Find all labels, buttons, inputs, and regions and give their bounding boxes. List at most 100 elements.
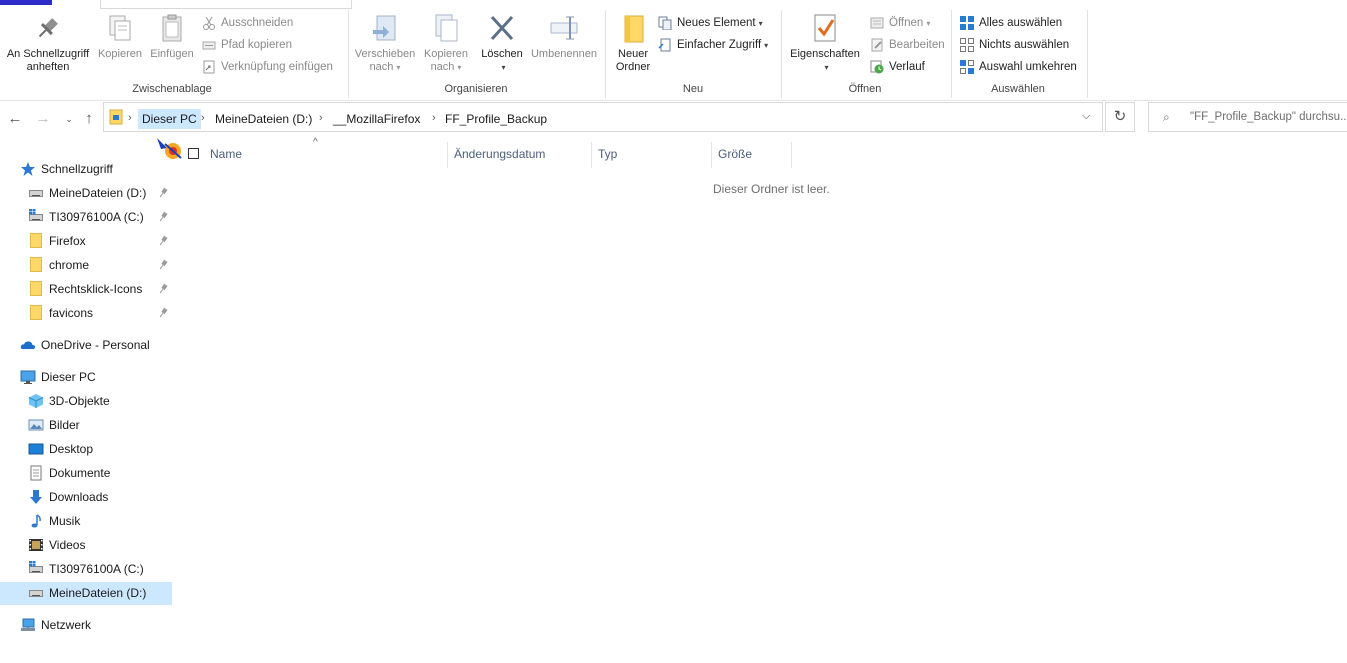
nav-downloads[interactable]: Downloads	[28, 486, 108, 508]
column-header-name[interactable]: Name	[210, 147, 242, 165]
copy-path-button[interactable]: Pfad kopieren	[202, 36, 292, 54]
animated-cursor-icon	[155, 136, 187, 162]
easy-access-button[interactable]: Einfacher Zugriff ▾	[658, 36, 768, 54]
breadcrumb-chevron-icon[interactable]: ›	[201, 112, 205, 124]
pin-icon	[158, 211, 168, 223]
move-to-button[interactable]: Verschieben nach ▾	[352, 12, 418, 74]
history-button[interactable]: Verlauf	[870, 58, 925, 76]
nav-3d-objects[interactable]: 3D-Objekte	[28, 390, 110, 412]
nav-desktop[interactable]: Desktop	[28, 438, 93, 460]
pin-icon	[158, 283, 168, 295]
nav-item-label: Firefox	[49, 234, 86, 248]
group-divider	[781, 10, 782, 98]
rename-label: Umbenennen	[530, 48, 598, 60]
path-icon	[202, 38, 216, 52]
delete-x-icon	[486, 12, 518, 44]
shortcut-icon	[202, 60, 216, 74]
folder-icon	[28, 257, 44, 273]
drive-icon	[28, 185, 44, 201]
nav-quick-chrome[interactable]: chrome	[28, 254, 89, 276]
paste-button[interactable]: Einfügen	[146, 12, 198, 61]
sort-ascending-icon: ^	[313, 137, 318, 148]
new-item-button[interactable]: Neues Element ▾	[658, 14, 763, 32]
breadcrumb-chevron-icon[interactable]: ›	[319, 112, 323, 124]
column-divider[interactable]	[591, 142, 592, 168]
network-icon	[20, 617, 36, 633]
clipboard-icon	[156, 12, 188, 44]
breadcrumb-chevron-icon[interactable]: ›	[432, 112, 436, 124]
copy-to-button[interactable]: Kopieren nach ▾	[420, 12, 472, 74]
breadcrumb-drive-d[interactable]: MeineDateien (D:)	[215, 112, 312, 126]
nav-quick-drive-c[interactable]: TI30976100A (C:)	[28, 206, 144, 228]
breadcrumb-chevron-icon[interactable]: ›	[128, 112, 132, 124]
breadcrumb-ff-profile-backup[interactable]: FF_Profile_Backup	[445, 112, 547, 126]
nav-item-label: Desktop	[49, 442, 94, 456]
music-note-icon	[28, 513, 44, 529]
column-header-type[interactable]: Typ	[598, 147, 617, 165]
cut-button[interactable]: Ausschneiden	[202, 14, 293, 32]
nav-network[interactable]: Netzwerk	[20, 614, 91, 636]
select-all-button[interactable]: Alles auswählen	[960, 14, 1062, 32]
paste-label: Einfügen	[150, 48, 194, 60]
nav-drive-c[interactable]: TI30976100A (C:)	[28, 558, 144, 580]
chevron-down-icon: ▾	[501, 63, 506, 72]
nav-quick-drive-d[interactable]: MeineDateien (D:)	[28, 182, 146, 204]
column-divider[interactable]	[791, 142, 792, 168]
select-all-checkbox[interactable]	[188, 148, 199, 159]
up-arrow-icon[interactable]: ↑	[80, 110, 98, 128]
address-history-chevron-icon[interactable]: ⌵	[1082, 110, 1090, 123]
select-none-button[interactable]: Nichts auswählen	[960, 36, 1069, 54]
copy-to-label-line2: nach	[430, 61, 455, 73]
rename-button[interactable]: Umbenennen	[526, 12, 602, 61]
pin-icon	[32, 12, 64, 44]
paste-shortcut-button[interactable]: Verknüpfung einfügen	[202, 58, 333, 76]
nav-drive-d[interactable]: MeineDateien (D:)	[28, 582, 146, 604]
open-button[interactable]: Öffnen ▾	[870, 14, 930, 32]
this-pc-folder-icon	[108, 109, 124, 125]
nav-onedrive[interactable]: OneDrive - Personal	[20, 334, 150, 356]
copy-button[interactable]: Kopieren	[96, 12, 144, 61]
desktop-icon	[28, 441, 44, 457]
pin-to-quick-access-button[interactable]: An Schnellzugriff anheften	[2, 12, 94, 74]
properties-button[interactable]: Eigenschaften ▾	[785, 12, 865, 74]
nav-this-pc[interactable]: Dieser PC	[20, 366, 96, 388]
breadcrumb-this-pc[interactable]: Dieser PC	[138, 109, 201, 129]
back-arrow-icon[interactable]: ←	[6, 110, 24, 128]
nav-videos[interactable]: Videos	[28, 534, 85, 556]
new-folder-button[interactable]: Neuer Ordner	[608, 12, 658, 74]
delete-button[interactable]: Löschen ▾	[476, 12, 528, 74]
column-divider[interactable]	[447, 142, 448, 168]
column-divider[interactable]	[711, 142, 712, 168]
new-folder-label-line1: Neuer	[618, 48, 648, 60]
film-strip-icon	[28, 537, 44, 553]
breadcrumb-mozillafirefox[interactable]: __MozillaFirefox	[333, 112, 420, 126]
nav-item-label: MeineDateien (D:)	[49, 586, 147, 600]
invert-selection-button[interactable]: Auswahl umkehren	[960, 58, 1077, 76]
nav-item-label: MeineDateien (D:)	[49, 186, 147, 200]
windows-drive-icon	[28, 561, 44, 577]
refresh-button[interactable]: ↻	[1105, 102, 1135, 132]
nav-quick-firefox[interactable]: Firefox	[28, 230, 86, 252]
folder-icon	[28, 281, 44, 297]
search-input[interactable]: ⌕ "FF_Profile_Backup" durchsu...	[1148, 102, 1347, 132]
drive-icon	[28, 585, 44, 601]
nav-quick-favicons[interactable]: favicons	[28, 302, 93, 324]
edit-button[interactable]: Bearbeiten	[870, 36, 945, 54]
nav-pictures[interactable]: Bilder	[28, 414, 80, 436]
nav-quick-access[interactable]: Schnellzugriff	[20, 158, 113, 180]
cut-label: Ausschneiden	[221, 17, 294, 29]
address-bar[interactable]: › Dieser PC › MeineDateien (D:) › __Mozi…	[103, 102, 1103, 132]
nav-music[interactable]: Musik	[28, 510, 80, 532]
folder-icon	[28, 305, 44, 321]
recent-locations-chevron-icon[interactable]: ⌄	[60, 110, 78, 128]
folder-icon	[28, 233, 44, 249]
open-label: Öffnen	[889, 17, 924, 29]
column-header-date[interactable]: Änderungsdatum	[454, 147, 545, 165]
nav-quick-access-label: Schnellzugriff	[41, 162, 113, 176]
nav-documents[interactable]: Dokumente	[28, 462, 110, 484]
forward-arrow-icon[interactable]: →	[34, 110, 52, 128]
nav-quick-rechtsklick-icons[interactable]: Rechtsklick-Icons	[28, 278, 142, 300]
cube-3d-icon	[28, 393, 44, 409]
column-header-size[interactable]: Größe	[718, 147, 752, 165]
invert-selection-icon	[960, 60, 974, 74]
